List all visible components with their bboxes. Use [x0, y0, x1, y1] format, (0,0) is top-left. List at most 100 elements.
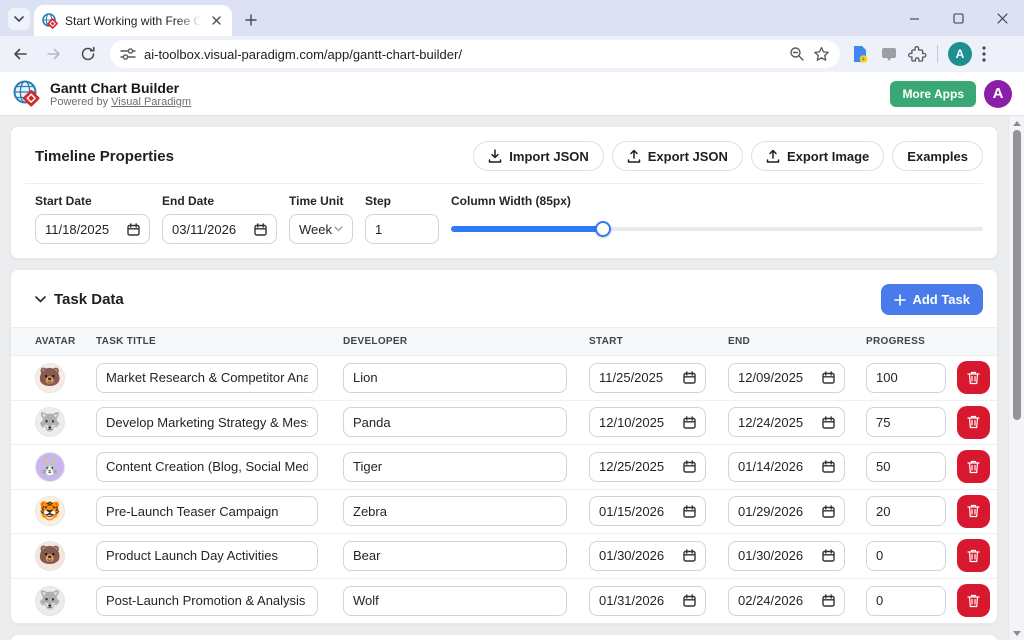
- back-button[interactable]: [6, 40, 34, 68]
- end-date-input[interactable]: 01/29/2026: [728, 496, 845, 526]
- zoom-out-icon[interactable]: [789, 46, 805, 62]
- maximize-button[interactable]: [936, 0, 980, 36]
- start-date-input[interactable]: 12/25/2025: [589, 452, 706, 482]
- end-date-input[interactable]: 03/11/2026: [162, 214, 277, 244]
- import-json-button[interactable]: Import JSON: [473, 141, 603, 171]
- forward-button[interactable]: [40, 40, 68, 68]
- scrollbar-thumb[interactable]: [1013, 130, 1021, 420]
- task-title-input[interactable]: Content Creation (Blog, Social Media, Vi…: [96, 452, 318, 482]
- close-window-button[interactable]: [980, 0, 1024, 36]
- table-row: 🐻 Market Research & Competitor Analysis …: [11, 356, 997, 401]
- start-date-input[interactable]: 01/30/2026: [589, 541, 706, 571]
- new-tab-button[interactable]: [240, 9, 262, 31]
- delete-task-button[interactable]: [957, 450, 990, 483]
- calendar-icon[interactable]: [683, 371, 696, 384]
- column-width-slider[interactable]: [451, 214, 983, 244]
- url-text[interactable]: ai-toolbox.visual-paradigm.com/app/gantt…: [144, 47, 781, 62]
- scrollbar-up-arrow[interactable]: [1009, 116, 1024, 130]
- chevron-down-icon: [334, 226, 343, 232]
- address-bar[interactable]: ai-toolbox.visual-paradigm.com/app/gantt…: [110, 40, 840, 68]
- end-date-field: End Date 03/11/2026: [162, 194, 277, 244]
- start-date-input[interactable]: 12/10/2025: [589, 407, 706, 437]
- bookmark-star-icon[interactable]: [813, 46, 830, 63]
- delete-task-button[interactable]: [957, 406, 990, 439]
- progress-input[interactable]: 75: [866, 407, 946, 437]
- extensions-puzzle-icon[interactable]: [908, 45, 927, 64]
- tab-search-button[interactable]: [8, 8, 30, 30]
- progress-input[interactable]: 50: [866, 452, 946, 482]
- collapse-chevron-icon[interactable]: [35, 296, 46, 303]
- progress-input[interactable]: 20: [866, 496, 946, 526]
- calendar-icon[interactable]: [822, 416, 835, 429]
- developer-input[interactable]: Bear: [343, 541, 567, 571]
- task-title-input[interactable]: Product Launch Day Activities: [96, 541, 318, 571]
- calendar-icon[interactable]: [822, 371, 835, 384]
- rabbit-avatar-icon: 🐰: [39, 456, 61, 477]
- developer-input[interactable]: Lion: [343, 363, 567, 393]
- reload-button[interactable]: [74, 40, 102, 68]
- task-title-input[interactable]: Post-Launch Promotion & Analysis: [96, 586, 318, 616]
- end-date-input[interactable]: 12/24/2025: [728, 407, 845, 437]
- progress-input[interactable]: 100: [866, 363, 946, 393]
- step-field: Step 1: [365, 194, 439, 244]
- examples-button[interactable]: Examples: [892, 141, 983, 171]
- export-json-button[interactable]: Export JSON: [612, 141, 743, 171]
- calendar-icon[interactable]: [822, 505, 835, 518]
- calendar-icon[interactable]: [822, 549, 835, 562]
- end-date-input[interactable]: 01/30/2026: [728, 541, 845, 571]
- step-input[interactable]: 1: [365, 214, 439, 244]
- task-title-input[interactable]: Market Research & Competitor Analysis: [96, 363, 318, 393]
- chevron-down-icon: [14, 16, 24, 22]
- calendar-icon[interactable]: [683, 549, 696, 562]
- task-title-input[interactable]: Pre-Launch Teaser Campaign: [96, 496, 318, 526]
- delete-task-button[interactable]: [957, 584, 990, 617]
- delete-task-button[interactable]: [957, 361, 990, 394]
- task-title-input[interactable]: Develop Marketing Strategy & Messaging: [96, 407, 318, 437]
- more-apps-button[interactable]: More Apps: [890, 81, 976, 107]
- calendar-icon[interactable]: [683, 460, 696, 473]
- calendar-icon[interactable]: [127, 223, 140, 236]
- calendar-icon[interactable]: [683, 416, 696, 429]
- calendar-icon[interactable]: [683, 594, 696, 607]
- chat-extension-icon[interactable]: [880, 45, 898, 63]
- calendar-icon[interactable]: [683, 505, 696, 518]
- slider-handle[interactable]: [595, 221, 611, 237]
- app-user-avatar[interactable]: A: [984, 80, 1012, 108]
- avatar: 🐯: [35, 496, 65, 526]
- tab-close-icon[interactable]: [208, 13, 224, 29]
- browser-menu-icon[interactable]: [982, 46, 986, 62]
- time-unit-select[interactable]: Week: [289, 214, 353, 244]
- calendar-icon[interactable]: [822, 460, 835, 473]
- scrollbar-down-arrow[interactable]: [1009, 626, 1024, 640]
- minimize-button[interactable]: [892, 0, 936, 36]
- delete-task-button[interactable]: [957, 539, 990, 572]
- page-scrollbar[interactable]: [1008, 116, 1024, 640]
- start-date-input[interactable]: 11/25/2025: [589, 363, 706, 393]
- add-task-button[interactable]: Add Task: [881, 284, 983, 315]
- progress-input[interactable]: 0: [866, 541, 946, 571]
- developer-input[interactable]: Tiger: [343, 452, 567, 482]
- site-settings-icon[interactable]: [120, 47, 136, 61]
- wolf-avatar-icon: 🐺: [39, 412, 61, 433]
- developer-input[interactable]: Zebra: [343, 496, 567, 526]
- progress-input[interactable]: 0: [866, 586, 946, 616]
- start-date-input[interactable]: 01/15/2026: [589, 496, 706, 526]
- trash-icon: [967, 415, 980, 429]
- start-date-input[interactable]: 11/18/2025: [35, 214, 150, 244]
- docs-offline-extension-icon[interactable]: [850, 44, 870, 64]
- end-date-input[interactable]: 12/09/2025: [728, 363, 845, 393]
- avatar: 🐺: [35, 407, 65, 437]
- start-date-input[interactable]: 01/31/2026: [589, 586, 706, 616]
- developer-input[interactable]: Wolf: [343, 586, 567, 616]
- page-content: Timeline Properties Import JSON Export J…: [0, 116, 1008, 640]
- export-image-button[interactable]: Export Image: [751, 141, 884, 171]
- developer-input[interactable]: Panda: [343, 407, 567, 437]
- browser-profile-avatar[interactable]: A: [948, 42, 972, 66]
- calendar-icon[interactable]: [822, 594, 835, 607]
- delete-task-button[interactable]: [957, 495, 990, 528]
- end-date-input[interactable]: 02/24/2026: [728, 586, 845, 616]
- end-date-input[interactable]: 01/14/2026: [728, 452, 845, 482]
- visual-paradigm-link[interactable]: Visual Paradigm: [111, 96, 191, 108]
- calendar-icon[interactable]: [254, 223, 267, 236]
- browser-tab[interactable]: Start Working with Free Online: [34, 5, 232, 36]
